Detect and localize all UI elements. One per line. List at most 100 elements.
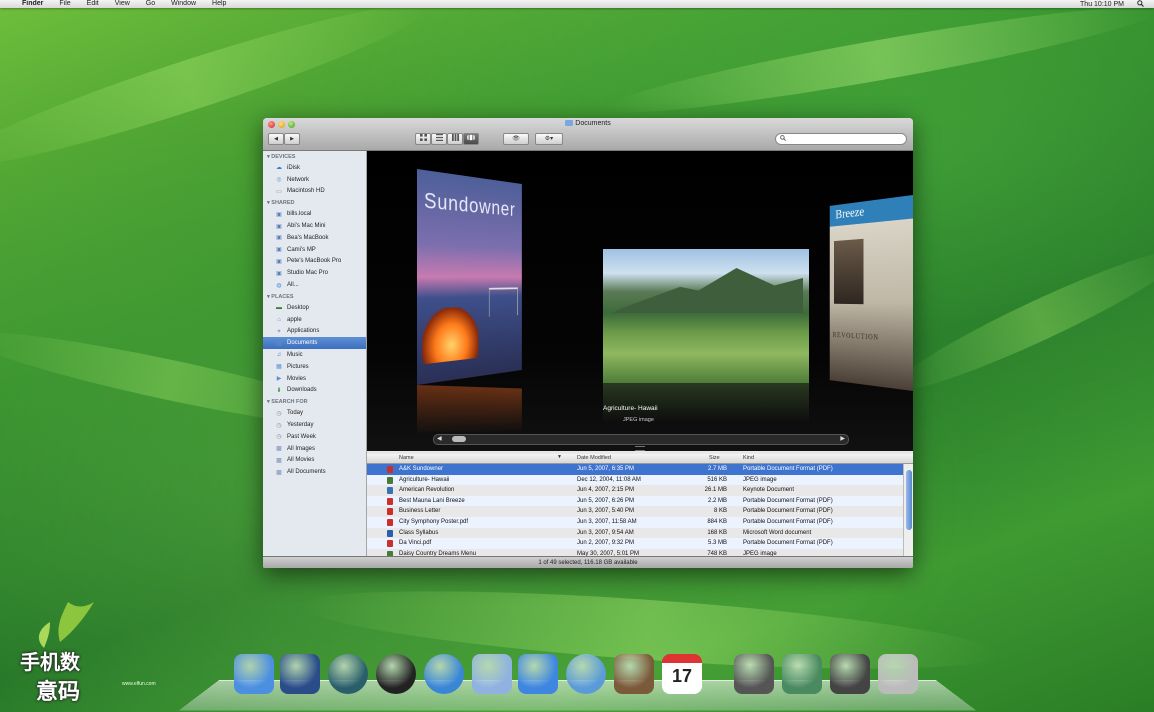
sidebar-item-bea-s-macbook[interactable]: ▣ Bea's MacBook xyxy=(263,232,366,244)
file-date: Jun 3, 2007, 11:58 AM xyxy=(577,518,637,525)
coverflow-scroll-thumb[interactable] xyxy=(452,436,466,442)
menu-window[interactable]: Window xyxy=(163,0,204,8)
sidebar-item-abi-s-mac-mini[interactable]: ▣ Abi's Mac Mini xyxy=(263,220,366,232)
column-header-name[interactable]: Name xyxy=(399,455,414,461)
sidebar-item-pictures[interactable]: ▦ Pictures xyxy=(263,361,366,373)
preview-icon[interactable] xyxy=(472,654,512,694)
coverflow-view-button[interactable] xyxy=(463,133,479,145)
file-row[interactable]: Business Letter Jun 3, 2007, 5:40 PM 8 KB P… xyxy=(367,506,903,517)
list-scrollbar[interactable] xyxy=(903,464,913,556)
sidebar-item-studio-mac-pro[interactable]: ▣ Studio Mac Pro xyxy=(263,267,366,279)
smart-folder-icon: ▩ xyxy=(276,446,282,453)
forward-button[interactable]: ▶ xyxy=(284,133,300,145)
menu-finder[interactable]: Finder xyxy=(14,0,51,8)
column-header-size[interactable]: Size xyxy=(709,455,720,461)
menubar-clock[interactable]: Thu 10:10 PM xyxy=(1080,1,1124,8)
movies-icon: ▶ xyxy=(276,376,282,383)
cover-breeze[interactable]: Breeze REVOLUTION xyxy=(829,195,913,391)
file-row[interactable]: A&K Sundowner Jun 5, 2007, 6:35 PM 2.7 MB P… xyxy=(367,464,903,475)
sidebar-item-music[interactable]: ♫ Music xyxy=(263,349,366,361)
safari-icon[interactable] xyxy=(424,654,464,694)
sidebar-item-desktop[interactable]: ▬ Desktop xyxy=(263,302,366,314)
sidebar-section-header[interactable]: ▾ PLACES xyxy=(263,291,366,302)
file-icon xyxy=(387,476,393,484)
action-menu-button[interactable]: ⚙▾ xyxy=(535,133,563,145)
ichat-icon[interactable] xyxy=(518,654,558,694)
file-row[interactable]: American Revolution Jun 4, 2007, 2:15 PM 2… xyxy=(367,485,903,496)
search-field[interactable] xyxy=(775,133,907,145)
sidebar-item-all-images[interactable]: ▩ All Images xyxy=(263,443,366,455)
file-row[interactable]: Da Vinci.pdf Jun 2, 2007, 9:32 PM 5.3 MB Po… xyxy=(367,538,903,549)
time-machine-icon[interactable] xyxy=(328,654,368,694)
column-view-button[interactable] xyxy=(447,133,463,145)
cover-subtitle: REVOLUTION xyxy=(832,330,879,342)
stack-downloads-icon[interactable] xyxy=(830,654,870,694)
file-name: Best Mauna Lani Breeze xyxy=(399,497,465,504)
sidebar-item-documents[interactable]: ▤ Documents xyxy=(263,337,366,350)
coverflow-view[interactable]: Sundowner Agriculture- Hawaii JPEG image… xyxy=(367,151,913,451)
cover-sundowner[interactable]: Sundowner xyxy=(417,169,522,385)
file-size: 168 KB xyxy=(707,529,727,536)
quick-look-button[interactable]: 👁 xyxy=(503,133,529,145)
sidebar-item-movies[interactable]: ▶ Movies xyxy=(263,373,366,385)
sidebar-item-bills-local[interactable]: ▣ bills.local xyxy=(263,208,366,220)
list-scroll-thumb[interactable] xyxy=(906,470,912,530)
ical-icon[interactable]: 17 xyxy=(662,654,702,694)
spotlight-icon[interactable] xyxy=(1137,0,1144,9)
sidebar-item-all-documents[interactable]: ▩ All Documents xyxy=(263,466,366,478)
file-row[interactable]: Daisy Country Dreams Menu May 30, 2007, 5… xyxy=(367,549,903,556)
dashboard-icon[interactable] xyxy=(280,654,320,694)
file-row[interactable]: City Symphony Poster.pdf Jun 3, 2007, 11:… xyxy=(367,516,903,528)
stack-pictures-icon[interactable] xyxy=(782,654,822,694)
sidebar-item-pete-s-macbook-pro[interactable]: ▣ Pete's MacBook Pro xyxy=(263,256,366,268)
sidebar-section-header[interactable]: ▾ SEARCH FOR xyxy=(263,396,366,407)
scroll-left-icon[interactable]: ◀ xyxy=(437,435,442,442)
column-header-date[interactable]: Date Modified xyxy=(577,455,611,461)
applications-icon: ✦ xyxy=(276,328,282,335)
sidebar-item-applications[interactable]: ✦ Applications xyxy=(263,326,366,338)
coverflow-caption-kind: JPEG image xyxy=(623,417,654,423)
sidebar-item-downloads[interactable]: ⬇ Downloads xyxy=(263,385,366,397)
table-image xyxy=(488,287,518,317)
stack-documents-icon[interactable] xyxy=(734,654,774,694)
sidebar-item-label: Pete's MacBook Pro xyxy=(287,258,342,265)
sidebar-item-network[interactable]: ◎ Network xyxy=(263,174,366,186)
sidebar-item-idisk[interactable]: ☁ iDisk xyxy=(263,162,366,174)
menu-view[interactable]: View xyxy=(107,0,138,8)
scroll-right-icon[interactable]: ▶ xyxy=(840,435,845,442)
sidebar-item-past-week[interactable]: ◷ Past Week xyxy=(263,431,366,443)
menu-edit[interactable]: Edit xyxy=(79,0,107,8)
menu-go[interactable]: Go xyxy=(138,0,163,8)
sidebar-item-yesterday[interactable]: ◷ Yesterday xyxy=(263,419,366,431)
window-title-text: Documents xyxy=(575,120,611,127)
sidebar-section-header[interactable]: ▾ DEVICES xyxy=(263,151,366,162)
wallpaper-grass-highlight xyxy=(600,0,1154,129)
sidebar-item-label: bills.local xyxy=(287,211,312,218)
sidebar-item-apple[interactable]: ⌂ apple xyxy=(263,314,366,326)
icon-view-button[interactable] xyxy=(415,133,431,145)
file-row[interactable]: Agriculture- Hawaii Dec 12, 2004, 11:08 A… xyxy=(367,474,903,486)
list-view-button[interactable] xyxy=(431,133,447,145)
front-row-icon[interactable] xyxy=(376,654,416,694)
trash-icon[interactable] xyxy=(878,654,918,694)
sidebar-item-today[interactable]: ◷ Today xyxy=(263,407,366,419)
itunes-icon[interactable] xyxy=(566,654,606,694)
sidebar-item-all-movies[interactable]: ▩ All Movies xyxy=(263,455,366,467)
menu-file[interactable]: File xyxy=(51,0,78,8)
sidebar-item-cami-s-mp[interactable]: ▣ Cami's MP xyxy=(263,244,366,256)
file-icon xyxy=(387,529,393,537)
sidebar-item-macintosh-hd[interactable]: ▭ Macintosh HD xyxy=(263,186,366,198)
sidebar-section-header[interactable]: ▾ SHARED xyxy=(263,197,366,208)
sidebar-item-all[interactable]: ◍ All... xyxy=(263,279,366,291)
file-row[interactable]: Best Mauna Lani Breeze Jun 5, 2007, 6:26 … xyxy=(367,495,903,507)
iphoto-icon[interactable] xyxy=(614,654,654,694)
cover-agriculture-hawaii[interactable] xyxy=(603,249,809,383)
finder-icon[interactable] xyxy=(234,654,274,694)
coverflow-resize-handle[interactable] xyxy=(635,446,645,451)
status-text: 1 of 49 selected, 116.18 GB available xyxy=(538,560,638,566)
column-header-kind[interactable]: Kind xyxy=(743,455,754,461)
menu-help[interactable]: Help xyxy=(204,0,234,8)
file-row[interactable]: Class Syllabus Jun 3, 2007, 9:54 AM 168 KB… xyxy=(367,528,903,539)
back-button[interactable]: ◀ xyxy=(268,133,284,145)
coverflow-scrollbar[interactable]: ◀ ▶ xyxy=(433,434,849,445)
